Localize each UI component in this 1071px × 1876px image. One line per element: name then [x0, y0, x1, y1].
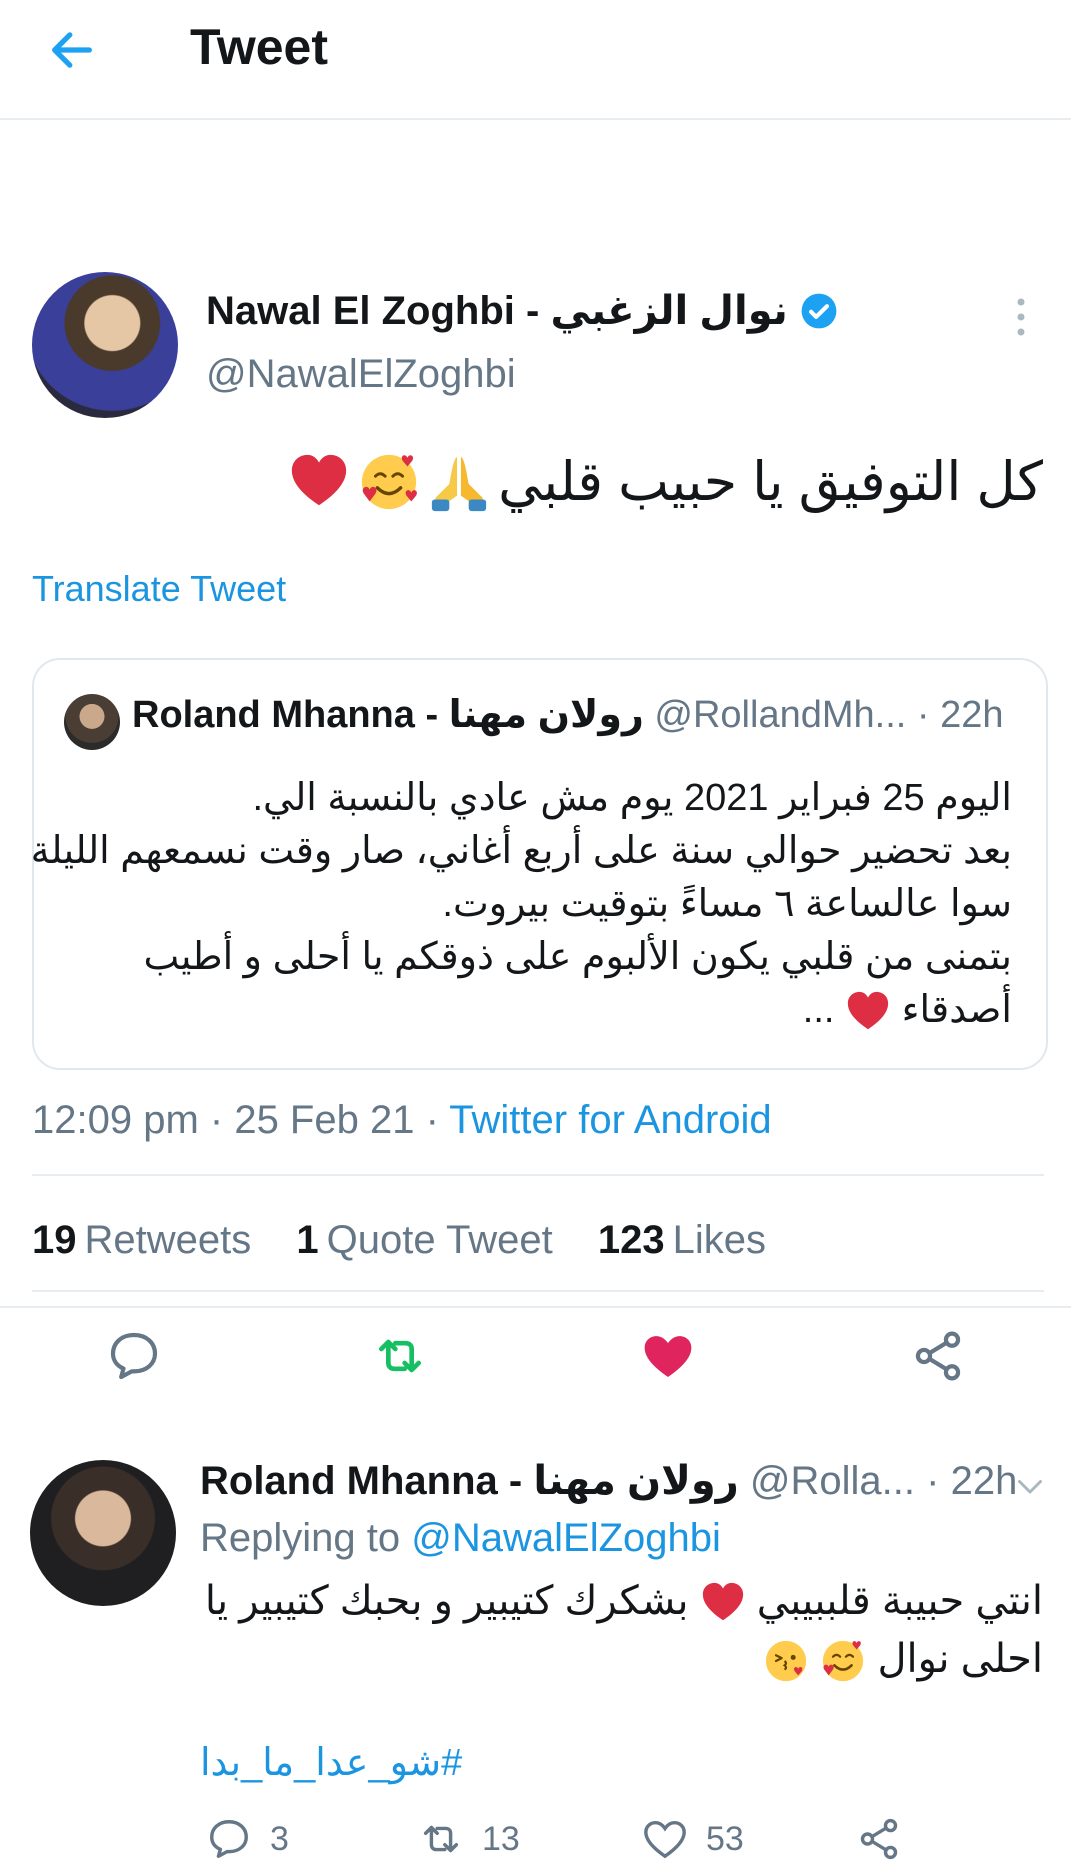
heart-icon[interactable]	[642, 1816, 688, 1862]
quoted-line: اليوم 25 فبراير 2021 يوم مش عادي بالنسبة…	[252, 777, 1012, 819]
divider	[0, 1306, 1071, 1308]
reply-icon[interactable]	[206, 1816, 252, 1862]
tweet-actions	[0, 1328, 1071, 1398]
retweets-stat[interactable]: 19 Retweets	[32, 1218, 251, 1262]
top-bar: Tweet	[0, 0, 1071, 120]
quoted-author-handle: @RollandMh...	[654, 694, 907, 736]
divider	[32, 1290, 1044, 1292]
replying-to-mention[interactable]: @NawalElZoghbi	[411, 1516, 721, 1560]
avatar[interactable]	[32, 272, 178, 418]
author-handle[interactable]: @NawalElZoghbi	[206, 352, 516, 397]
folded-hands-icon	[431, 456, 487, 511]
red-heart-icon	[291, 454, 347, 505]
reply-text: انتي حبيبة قلببيبي بشكرك كتيبير و بحبك ك…	[203, 1572, 1043, 1688]
quoted-line-last: أصدقاء ...	[52, 984, 1012, 1037]
divider	[32, 1174, 1044, 1176]
author-name-row[interactable]: Nawal El Zoghbi - نوال الزغبي	[206, 288, 838, 334]
quoted-tweet[interactable]: Roland Mhanna - رولان مهنا @RollandMh...…	[30, 658, 1048, 1070]
quoted-text: اليوم 25 فبراير 2021 يوم مش عادي بالنسبة…	[30, 772, 1012, 1037]
smiling-face-hearts-icon	[361, 454, 418, 509]
quoted-line: بتمنى من قلبي يكون الألبوم على ذوقكم يا …	[143, 936, 1012, 978]
quoted-timestamp: · 22h	[916, 694, 1004, 736]
tweet-text: كل التوفيق يا حبيب قلبي	[288, 450, 1043, 513]
retweet-icon[interactable]	[372, 1328, 428, 1384]
reply-text-part: بشكرك كتيبير و بحبك كتيبير يا	[204, 1579, 689, 1623]
quoted-line: بعد تحضير حوالي سنة على أربع أغاني، صار …	[30, 830, 1012, 872]
translate-tweet-link[interactable]: Translate Tweet	[32, 568, 286, 610]
verified-badge-icon	[801, 293, 837, 329]
tweet-time: 12:09 pm	[32, 1098, 199, 1142]
page-title: Tweet	[190, 19, 328, 75]
reply-line: احلى نوال	[203, 1630, 1043, 1688]
replying-to-label: Replying to	[200, 1516, 401, 1560]
tweet-stats: 19 Retweets 1 Quote Tweet 123 Likes	[32, 1218, 800, 1263]
chevron-down-icon[interactable]	[1012, 1468, 1048, 1504]
quoted-line: أصدقاء	[901, 989, 1012, 1031]
likes-stat[interactable]: 123 Likes	[598, 1218, 766, 1262]
quoted-header: Roland Mhanna - رولان مهنا @RollandMh...…	[132, 692, 1004, 737]
reply-header: Roland Mhanna - رولان مهنا @Rolla... · 2…	[200, 1458, 1017, 1504]
quote-tweet-stat[interactable]: 1 Quote Tweet	[296, 1218, 552, 1262]
reply-icon[interactable]	[106, 1328, 162, 1384]
more-vertical-icon[interactable]	[1016, 296, 1026, 338]
reply-text-part: انتي حبيبة قلببيبي	[756, 1579, 1043, 1623]
author-name: Nawal El Zoghbi - نوال الزغبي	[206, 289, 788, 333]
reply-author-handle: @Rolla...	[749, 1459, 916, 1503]
reply-timestamp: · 22h	[926, 1459, 1018, 1503]
reply-count: 3	[270, 1819, 289, 1858]
tweet-date: 25 Feb 21	[234, 1098, 415, 1142]
arrow-left-icon[interactable]	[46, 24, 98, 76]
tweet-meta: 12:09 pm · 25 Feb 21 · Twitter for Andro…	[32, 1098, 772, 1142]
avatar	[64, 694, 120, 750]
reply-actions: 3 13 53	[0, 1816, 1071, 1876]
reply-text-part: احلى نوال	[877, 1637, 1043, 1681]
retweet-count: 13	[482, 1819, 520, 1858]
like-count: 53	[706, 1819, 744, 1858]
replying-to: Replying to @NawalElZoghbi	[200, 1516, 721, 1561]
red-heart-icon	[702, 1583, 743, 1621]
red-heart-icon	[847, 991, 889, 1030]
quoted-line: سوا عالساعة ٦ مساءً بتوقيت بيروت.	[442, 883, 1012, 925]
reply-line: انتي حبيبة قلببيبي بشكرك كتيبير و بحبك ك…	[203, 1572, 1043, 1630]
heart-icon[interactable]	[640, 1328, 696, 1384]
smiling-face-hearts-icon	[823, 1641, 864, 1682]
share-icon[interactable]	[856, 1816, 902, 1862]
avatar[interactable]	[30, 1460, 176, 1606]
face-blowing-kiss-icon	[766, 1641, 807, 1682]
retweet-icon[interactable]	[418, 1816, 464, 1862]
hashtag-link[interactable]: #شو_عدا_ما_بدا	[200, 1740, 462, 1785]
tweet-text-body: كل التوفيق يا حبيب قلبي	[498, 452, 1043, 512]
reply-reply-action[interactable]: 3	[206, 1816, 289, 1862]
reply-retweet-action[interactable]: 13	[418, 1816, 520, 1862]
share-icon[interactable]	[910, 1328, 966, 1384]
quoted-author-name: Roland Mhanna - رولان مهنا	[132, 694, 644, 736]
reply-author-name[interactable]: Roland Mhanna - رولان مهنا	[200, 1459, 739, 1503]
reply-share-action[interactable]	[856, 1816, 902, 1862]
tweet-source-link[interactable]: Twitter for Android	[449, 1098, 771, 1142]
reply-like-action[interactable]: 53	[642, 1816, 744, 1862]
quoted-ellipsis: ...	[802, 989, 835, 1031]
